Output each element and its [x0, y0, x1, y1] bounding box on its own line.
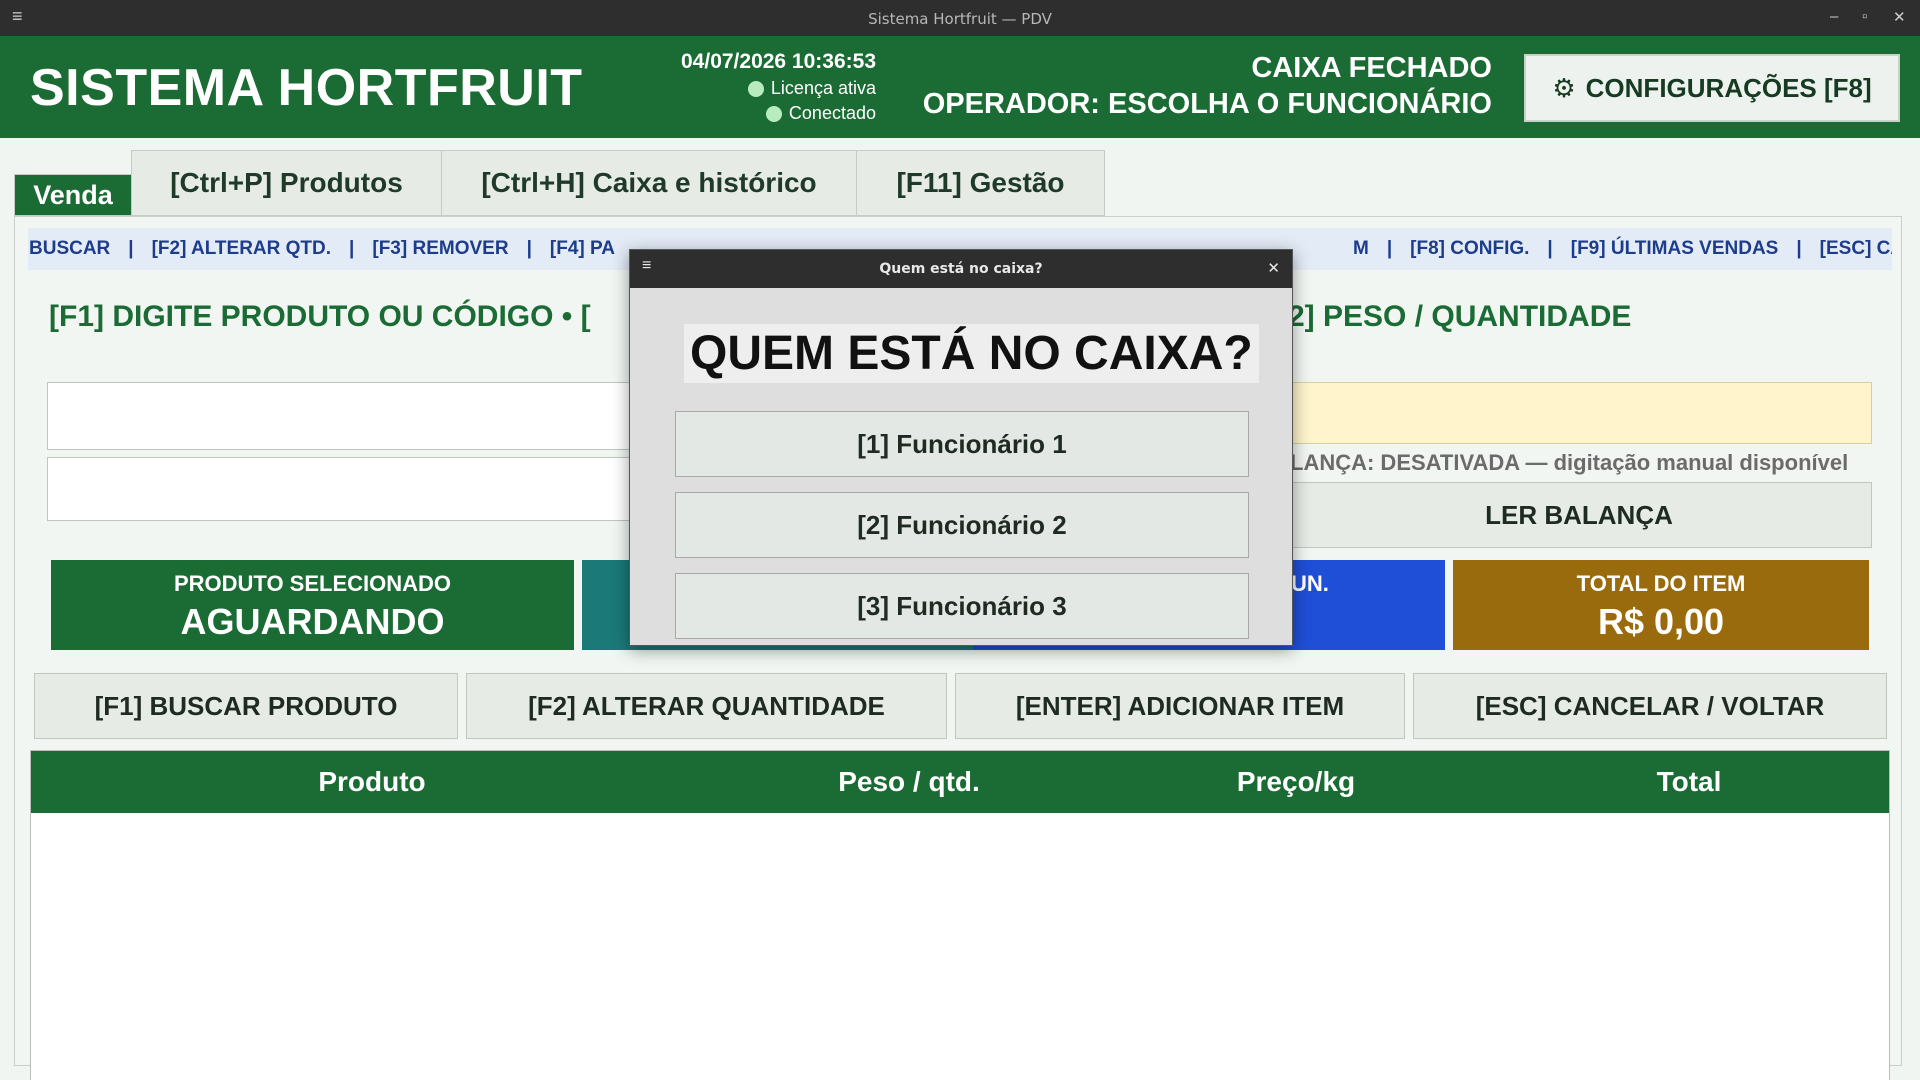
read-scale-button[interactable]: LER BALANÇA — [1286, 482, 1872, 548]
config-button[interactable]: ⚙ CONFIGURAÇÕES [F8] — [1524, 54, 1900, 122]
selected-product-card: PRODUTO SELECIONADO AGUARDANDO — [51, 560, 574, 650]
table-header: Produto Peso / qtd. Preço/kg Total — [31, 751, 1889, 813]
app-title: SISTEMA HORTFRUIT — [30, 59, 583, 117]
tab-produtos[interactable]: [Ctrl+P] Produtos — [131, 150, 442, 216]
window-title: Sistema Hortfruit — PDV — [868, 10, 1052, 28]
column-header-produto[interactable]: Produto — [31, 766, 713, 798]
license-status: Licença ativa — [747, 78, 876, 99]
shortcut-item: M — [1352, 238, 1369, 259]
item-total-label: TOTAL DO ITEM — [1576, 571, 1746, 596]
column-header-peso[interactable]: Peso / qtd. — [713, 766, 1105, 798]
tab-venda[interactable]: Venda — [14, 174, 132, 216]
dialog-heading: QUEM ESTÁ NO CAIXA? — [684, 324, 1259, 383]
shortcut-item: [F4] PA — [549, 238, 615, 259]
selected-product-label: PRODUTO SELECIONADO — [173, 571, 452, 596]
column-header-preco[interactable]: Preço/kg — [1105, 766, 1487, 798]
operator-select-dialog: ≡ Quem está no caixa? ✕ QUEM ESTÁ NO CAI… — [629, 249, 1293, 646]
add-item-button[interactable]: [ENTER] ADICIONAR ITEM — [955, 673, 1405, 739]
dialog-close-icon[interactable]: ✕ — [1267, 259, 1280, 277]
product-search-input[interactable] — [47, 382, 647, 450]
dialog-titlebar: ≡ Quem está no caixa? ✕ — [630, 250, 1292, 288]
minimize-icon[interactable]: ‒ — [1830, 8, 1838, 25]
connection-status: Conectado — [765, 103, 876, 124]
dialog-title: Quem está no caixa? — [879, 261, 1043, 277]
window-titlebar: ≡ Sistema Hortfruit — PDV ‒ ▫ ✕ — [0, 0, 1920, 36]
config-button-label: CONFIGURAÇÕES [F8] — [1585, 72, 1872, 103]
operator-status: OPERADOR: ESCOLHA O FUNCIONÁRIO — [922, 88, 1492, 120]
status-dot-icon — [747, 80, 764, 97]
shortcut-item: BUSCAR — [29, 238, 111, 259]
license-status-label: Licença ativa — [770, 78, 876, 98]
shortcut-item: [ESC] CANCI — [1819, 238, 1892, 259]
shortcut-item: [F8] CONFIG. — [1410, 238, 1530, 259]
product-code-input[interactable] — [47, 457, 647, 521]
tab-caixa-historico[interactable]: [Ctrl+H] Caixa e histórico — [441, 150, 857, 216]
status-dot-icon — [765, 105, 782, 122]
shortcut-item: [F3] REMOVER — [372, 238, 509, 259]
employee-3-button[interactable]: [3] Funcionário 3 — [675, 573, 1249, 639]
app-root: SISTEMA HORTFRUIT 04/07/2026 10:36:53 Li… — [0, 36, 1920, 1080]
product-entry-label: [F1] DIGITE PRODUTO OU CÓDIGO • [ — [49, 300, 591, 333]
connection-status-label: Conectado — [788, 103, 876, 123]
close-window-icon[interactable]: ✕ — [1893, 8, 1906, 26]
app-header: SISTEMA HORTFRUIT 04/07/2026 10:36:53 Li… — [0, 36, 1920, 138]
datetime: 04/07/2026 10:36:53 — [681, 50, 876, 73]
sale-items-table[interactable]: Produto Peso / qtd. Preço/kg Total — [30, 750, 1890, 1080]
tab-gestao[interactable]: [F11] Gestão — [856, 150, 1105, 216]
shortcut-item: [F9] ÚLTIMAS VENDAS — [1570, 238, 1779, 259]
weight-entry-label: 2] PESO / QUANTIDADE — [1288, 300, 1632, 333]
weight-quantity-input[interactable] — [1286, 382, 1872, 444]
item-total-value: R$ 0,00 — [1597, 601, 1725, 642]
cancel-back-button[interactable]: [ESC] CANCELAR / VOLTAR — [1413, 673, 1887, 739]
column-header-total[interactable]: Total — [1487, 766, 1891, 798]
search-product-button[interactable]: [F1] BUSCAR PRODUTO — [34, 673, 458, 739]
scale-status-note: LANÇA: DESATIVADA — digitação manual dis… — [1290, 450, 1849, 475]
item-total-card: TOTAL DO ITEM R$ 0,00 — [1453, 560, 1869, 650]
employee-1-button[interactable]: [1] Funcionário 1 — [675, 411, 1249, 477]
gear-icon: ⚙ — [1552, 72, 1576, 103]
change-quantity-button[interactable]: [F2] ALTERAR QUANTIDADE — [466, 673, 947, 739]
employee-2-button[interactable]: [2] Funcionário 2 — [675, 492, 1249, 558]
shortcut-item: [F2] ALTERAR QTD. — [151, 238, 332, 259]
cash-status: CAIXA FECHADO — [1251, 52, 1492, 84]
maximize-icon[interactable]: ▫ — [1862, 8, 1867, 25]
selected-product-value: AGUARDANDO — [180, 601, 445, 642]
